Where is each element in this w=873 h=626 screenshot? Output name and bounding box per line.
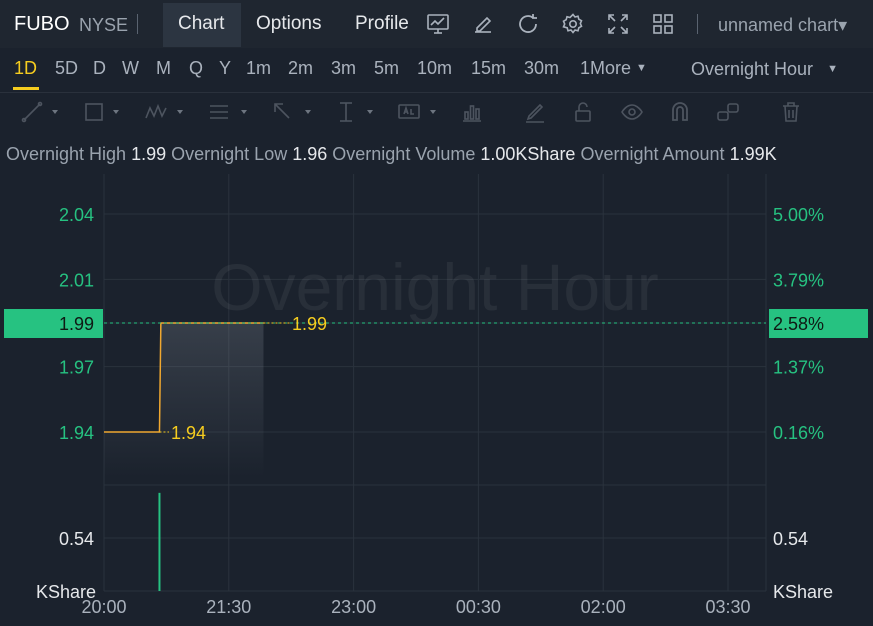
timeframe-3m[interactable]: 3m: [331, 58, 356, 79]
timeframe-15m[interactable]: 15m: [471, 58, 506, 79]
fib-tool-icon[interactable]: [207, 100, 231, 124]
draw-icon[interactable]: [471, 12, 495, 36]
timeframe-1d[interactable]: 1D: [14, 58, 37, 79]
overnight-amount-label: Overnight Amount: [580, 144, 725, 164]
trash-icon[interactable]: [779, 100, 803, 124]
pen-tool-icon[interactable]: [523, 100, 547, 124]
exchange-label: NYSE: [79, 15, 129, 35]
caret-down-icon[interactable]: [177, 110, 183, 114]
refresh-icon[interactable]: [516, 12, 540, 36]
caret-down-icon[interactable]: [241, 110, 247, 114]
overnight-low-value: 1.96: [292, 144, 328, 164]
volume-bar: [158, 492, 161, 591]
timeframe-more[interactable]: 1More ▼: [580, 58, 647, 79]
text-tool-icon[interactable]: [397, 100, 421, 124]
price-area: [104, 323, 264, 477]
measure-tool-icon[interactable]: [334, 100, 358, 124]
timeframe-more-label: 1More: [580, 58, 632, 78]
line-tool-icon[interactable]: [20, 100, 44, 124]
timeframe-2m[interactable]: 2m: [288, 58, 313, 79]
rectangle-tool-icon[interactable]: [82, 100, 106, 124]
volume-axis-label: 0.54: [59, 529, 94, 549]
fullscreen-icon[interactable]: [606, 12, 630, 36]
tab-profile[interactable]: Profile: [355, 13, 409, 35]
price-axis-label: 1.97: [59, 358, 94, 378]
indicator-tool-icon[interactable]: [460, 100, 484, 124]
drawing-toolbar: [0, 92, 873, 135]
time-axis-label: 21:30: [206, 597, 251, 617]
caret-down-icon[interactable]: [430, 110, 436, 114]
overnight-low-label: Overnight Low: [171, 144, 288, 164]
overnight-volume-label: Overnight Volume: [332, 144, 476, 164]
divider: [697, 14, 698, 34]
overnight-high-label: Overnight High: [6, 144, 127, 164]
caret-down-icon[interactable]: [305, 110, 311, 114]
timeframe-w[interactable]: W: [122, 58, 139, 79]
pattern-tool-icon[interactable]: [144, 100, 168, 124]
caret-down-icon[interactable]: [52, 110, 58, 114]
percent-axis-label: 1.37%: [773, 358, 824, 378]
tab-chart[interactable]: Chart: [178, 13, 224, 35]
price-axis-label: 1.99: [59, 314, 94, 334]
percent-axis-label: 3.79%: [773, 270, 824, 290]
tab-options[interactable]: Options: [256, 13, 321, 35]
ticker-symbol[interactable]: FUBO: [14, 13, 70, 36]
price-chart[interactable]: Overnight Hour 1.99 1.94 2.04 2.01 1.99 1.97…: [0, 172, 873, 626]
timeframe-d[interactable]: D: [93, 58, 106, 79]
active-timeframe-indicator: [13, 87, 39, 90]
time-axis-label: 00:30: [456, 597, 501, 617]
percent-axis-label: 5.00%: [773, 205, 824, 225]
price-label: 1.99: [292, 314, 327, 334]
percent-axis-label: 2.58%: [773, 314, 824, 334]
lock-icon[interactable]: [571, 100, 595, 124]
timeframe-y[interactable]: Y: [219, 58, 231, 79]
volume-bars: [158, 492, 161, 591]
link-icon[interactable]: [716, 100, 740, 124]
timeframe-m[interactable]: M: [156, 58, 171, 79]
timeframe-q[interactable]: Q: [189, 58, 203, 79]
time-axis-label: 23:00: [331, 597, 376, 617]
magnet-icon[interactable]: [668, 100, 692, 124]
timeframe-10m[interactable]: 10m: [417, 58, 452, 79]
time-axis-label: 02:00: [581, 597, 626, 617]
timeframe-5d[interactable]: 5D: [55, 58, 78, 79]
chart-watermark: Overnight Hour: [211, 250, 659, 324]
price-area-fill: [104, 323, 264, 477]
percent-axis-label: 0.16%: [773, 423, 824, 443]
layout-icon[interactable]: [651, 12, 675, 36]
caret-down-icon: ▼: [636, 62, 647, 74]
divider: [137, 14, 138, 34]
time-axis-label: 20:00: [81, 597, 126, 617]
session-dropdown[interactable]: Overnight Hour ▼: [691, 59, 838, 80]
timeframe-5m[interactable]: 5m: [374, 58, 399, 79]
caret-down-icon[interactable]: [113, 110, 119, 114]
settings-icon[interactable]: [561, 12, 585, 36]
price-axis-label: 1.94: [59, 423, 94, 443]
session-label: Overnight Hour: [691, 59, 814, 79]
caret-down-icon: ▼: [827, 63, 838, 75]
caret-down-icon[interactable]: [367, 110, 373, 114]
price-label: 1.94: [171, 423, 206, 443]
overnight-high-value: 1.99: [131, 144, 167, 164]
indicator-icon[interactable]: [426, 12, 450, 36]
volume-unit-label: KShare: [773, 582, 833, 602]
overnight-amount-value: 1.99K: [729, 144, 777, 164]
arrow-tool-icon[interactable]: [271, 100, 295, 124]
volume-axis-label: 0.54: [773, 529, 808, 549]
chart-name-dropdown[interactable]: unnamed chart▾: [718, 15, 847, 36]
visibility-icon[interactable]: [620, 100, 644, 124]
time-axis-label: 03:30: [705, 597, 750, 617]
session-stats: Overnight High 1.99 Overnight Low 1.96 O…: [6, 144, 777, 165]
overnight-volume-value: 1.00KShare: [480, 144, 576, 164]
timeframe-30m[interactable]: 30m: [524, 58, 559, 79]
price-axis-label: 2.01: [59, 270, 94, 290]
timeframe-1m[interactable]: 1m: [246, 58, 271, 79]
price-axis-label: 2.04: [59, 205, 94, 225]
